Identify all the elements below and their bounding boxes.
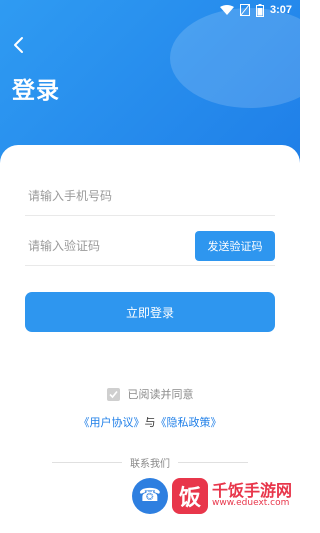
code-input[interactable]	[25, 238, 191, 253]
divider	[52, 461, 122, 463]
agree-checkbox[interactable]	[106, 387, 120, 401]
watermark-text: 千饭手游网 www.eduext.com	[212, 482, 292, 509]
wifi-icon	[219, 5, 234, 15]
policy-links: 《用户协议》与《隐私政策》	[0, 414, 300, 430]
phone-field	[25, 176, 275, 216]
conjunction-text: 与	[144, 416, 156, 429]
back-arrow-icon[interactable]	[10, 36, 28, 54]
header: 3:07 登录	[0, 0, 300, 165]
watermark: ☎ 饭 千饭手游网 www.eduext.com	[132, 458, 300, 533]
agreement-row: 已阅读并同意	[0, 384, 300, 404]
page-title: 登录	[12, 78, 60, 104]
agree-label: 已阅读并同意	[127, 388, 194, 401]
user-agreement-link[interactable]: 《用户协议》	[79, 416, 145, 429]
login-button[interactable]: 立即登录	[25, 292, 275, 332]
phone-icon: ☎	[132, 477, 168, 514]
sim-icon	[239, 4, 250, 16]
watermark-url: www.eduext.com	[212, 498, 290, 509]
watermark-brand: 千饭手游网	[212, 480, 293, 500]
privacy-policy-link[interactable]: 《隐私政策》	[156, 416, 222, 429]
checkmark-icon	[108, 390, 118, 398]
status-bar: 3:07	[0, 0, 300, 20]
send-code-button[interactable]: 发送验证码	[195, 231, 275, 261]
phone-input[interactable]	[25, 188, 191, 203]
battery-icon	[255, 3, 264, 17]
watermark-logo: 饭	[172, 477, 208, 514]
status-time: 3:07	[269, 4, 292, 16]
decorative-blob	[170, 8, 300, 108]
code-field: 发送验证码	[25, 226, 275, 266]
